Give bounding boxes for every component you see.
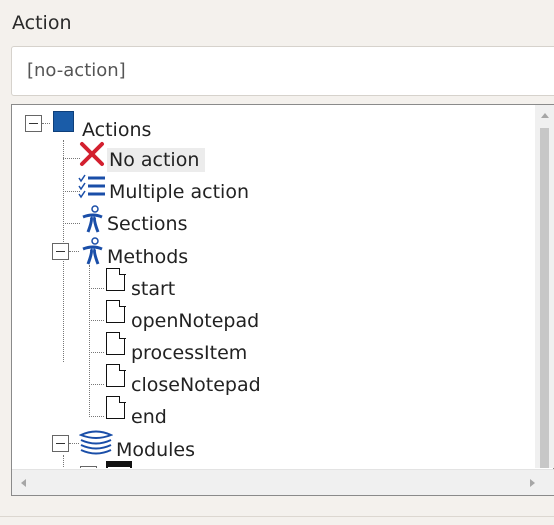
page-icon [106, 331, 126, 355]
tree-connector [69, 251, 79, 252]
tree-node-process-item[interactable]: processItem [131, 341, 247, 365]
tree-node-methods[interactable]: Methods [107, 245, 188, 269]
section-figure-icon [82, 237, 103, 265]
tree-connector [89, 352, 104, 353]
tree-connector [89, 320, 104, 321]
tree-connector [63, 223, 80, 224]
tree-connector [89, 288, 104, 289]
tree-connector [42, 123, 50, 124]
checklist-icon [78, 174, 105, 199]
collapse-toggle[interactable] [52, 243, 69, 260]
vertical-scrollbar[interactable] [535, 105, 554, 468]
tree-node-multiple-action[interactable]: Multiple action [109, 180, 249, 204]
collapse-toggle[interactable] [52, 435, 69, 452]
tree-node-modules[interactable]: Modules [116, 438, 195, 462]
tree-node-actions[interactable]: Actions [82, 118, 151, 142]
tree-node-no-action[interactable]: No action [107, 148, 206, 172]
scroll-right-arrow[interactable] [530, 479, 535, 487]
page-icon [106, 267, 126, 291]
tree-connector [89, 384, 104, 385]
page-icon [106, 395, 126, 419]
red-x-icon [80, 142, 104, 166]
tree-node-end[interactable]: end [131, 405, 167, 429]
scroll-left-arrow[interactable] [21, 479, 26, 487]
horizontal-scrollbar[interactable] [12, 469, 554, 495]
tree-node-start[interactable]: start [131, 277, 175, 301]
tree-connector [63, 455, 64, 468]
page-icon [106, 299, 126, 323]
collapse-toggle[interactable] [80, 466, 97, 468]
tree-connector [69, 443, 79, 444]
tree-connector [89, 416, 104, 417]
window-icon [106, 461, 132, 468]
section-figure-icon [82, 205, 103, 233]
scroll-up-arrow[interactable] [541, 113, 549, 118]
collapse-toggle[interactable] [25, 115, 42, 132]
action-field[interactable]: [no-action] [11, 46, 554, 96]
scroll-thumb[interactable] [540, 128, 549, 468]
divider [0, 516, 554, 517]
action-label: Action [12, 12, 72, 34]
action-tree[interactable]: Actions No action Multiple action Sectio… [11, 104, 554, 496]
square-icon [53, 111, 74, 132]
page-icon [106, 363, 126, 387]
tree-viewport: Actions No action Multiple action Sectio… [12, 105, 535, 468]
stack-icon [79, 430, 113, 455]
tree-node-close-notepad[interactable]: closeNotepad [131, 373, 261, 397]
tree-node-open-notepad[interactable]: openNotepad [131, 309, 259, 333]
tree-node-sections[interactable]: Sections [107, 212, 188, 236]
